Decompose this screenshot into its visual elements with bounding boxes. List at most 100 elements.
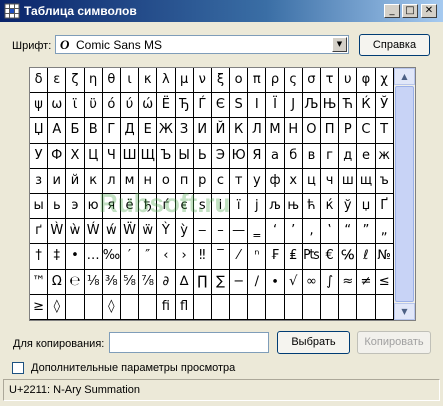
character-cell[interactable]: ‘	[266, 219, 285, 245]
character-cell[interactable]: χ	[375, 68, 394, 94]
character-cell[interactable]: Н	[284, 118, 303, 144]
character-cell[interactable]: Ћ	[339, 93, 358, 119]
grid-scrollbar[interactable]: ▲ ▼	[394, 68, 415, 320]
scroll-down-button[interactable]: ▼	[394, 303, 415, 320]
character-cell[interactable]: Њ	[321, 93, 340, 119]
character-cell[interactable]: х	[284, 168, 303, 194]
character-cell[interactable]: Д	[120, 118, 140, 144]
character-cell[interactable]: ζ	[66, 68, 85, 94]
character-cell[interactable]: ﬁ	[157, 294, 176, 320]
character-cell[interactable]: ™	[30, 269, 49, 295]
character-cell[interactable]: ∂	[157, 269, 176, 295]
title-bar[interactable]: Таблица символов _ □ ✕	[0, 0, 443, 22]
character-cell[interactable]: υ	[339, 68, 358, 94]
character-cell[interactable]: Щ	[139, 143, 158, 169]
character-cell[interactable]: ≥	[30, 294, 49, 320]
character-cell[interactable]: Ў	[375, 93, 394, 119]
character-cell[interactable]: Т	[375, 118, 394, 144]
character-cell[interactable]: Ю	[230, 143, 249, 169]
character-cell[interactable]: ẃ	[102, 219, 121, 245]
character-cell[interactable]	[321, 294, 340, 320]
character-cell[interactable]: Ї	[266, 93, 285, 119]
character-cell[interactable]: ẅ	[139, 219, 158, 245]
character-cell[interactable]: Ё	[157, 93, 176, 119]
character-cell[interactable]: В	[84, 118, 103, 144]
character-cell[interactable]: ы	[30, 193, 49, 220]
character-cell[interactable]: Р	[339, 118, 358, 144]
character-cell[interactable]	[120, 294, 140, 320]
character-cell[interactable]: μ	[175, 68, 194, 94]
character-cell[interactable]: ς	[284, 68, 303, 94]
character-cell[interactable]: ⅞	[139, 269, 158, 295]
character-cell[interactable]: О	[302, 118, 321, 144]
character-cell[interactable]: №	[375, 244, 394, 270]
character-cell[interactable]	[266, 294, 285, 320]
character-cell[interactable]: Љ	[302, 93, 321, 119]
character-cell[interactable]: ώ	[139, 93, 158, 119]
character-cell[interactable]: Ẁ	[48, 219, 67, 245]
advanced-view-label[interactable]: Дополнительные параметры просмотра	[31, 362, 235, 374]
character-cell[interactable]: Э	[211, 143, 231, 169]
character-cell[interactable]: ₧	[302, 244, 321, 270]
character-cell[interactable]: τ	[321, 68, 340, 94]
character-cell[interactable]: Ђ	[175, 93, 194, 119]
character-cell[interactable]: ′	[120, 244, 140, 270]
chevron-down-icon[interactable]: ▼	[332, 37, 347, 52]
character-cell[interactable]: Й	[211, 118, 231, 144]
character-cell[interactable]: ⅛	[84, 269, 103, 295]
character-cell[interactable]	[230, 294, 249, 320]
character-cell[interactable]	[357, 294, 376, 320]
character-cell[interactable]: Ẅ	[120, 219, 140, 245]
character-cell[interactable]: М	[266, 118, 285, 144]
character-cell[interactable]: Ш	[120, 143, 140, 169]
character-cell[interactable]: σ	[302, 68, 321, 94]
character-cell[interactable]: •	[66, 244, 85, 270]
character-cell[interactable]: Е	[139, 118, 158, 144]
character-cell[interactable]: Ъ	[157, 143, 176, 169]
character-cell[interactable]: ‚	[302, 219, 321, 245]
character-cell[interactable]: √	[284, 269, 303, 295]
character-cell[interactable]: ◊	[102, 294, 121, 320]
character-cell[interactable]: џ	[357, 193, 376, 220]
character-cell[interactable]: Х	[66, 143, 85, 169]
character-cell[interactable]: …	[84, 244, 103, 270]
character-cell[interactable]	[375, 294, 394, 320]
character-cell[interactable]	[284, 294, 303, 320]
character-cell[interactable]: ϋ	[84, 93, 103, 119]
character-cell[interactable]	[339, 294, 358, 320]
character-cell[interactable]: Ж	[157, 118, 176, 144]
character-cell[interactable]: „	[375, 219, 394, 245]
character-cell[interactable]: ‼	[193, 244, 212, 270]
character-cell[interactable]: φ	[357, 68, 376, 94]
character-cell[interactable]: “	[339, 219, 358, 245]
character-cell[interactable]: Џ	[30, 118, 49, 144]
character-cell[interactable]: †	[30, 244, 49, 270]
character-cell[interactable]: П	[321, 118, 340, 144]
character-cell[interactable]: б	[284, 143, 303, 169]
character-cell[interactable]: љ	[266, 193, 285, 220]
character-cell[interactable]: ч	[321, 168, 340, 194]
character-cell[interactable]: ъ	[375, 168, 394, 194]
character-cell[interactable]: С	[357, 118, 376, 144]
character-cell[interactable]: у	[248, 168, 267, 194]
character-cell[interactable]: ≠	[357, 269, 376, 295]
character-cell[interactable]: Ґ	[375, 193, 394, 220]
character-cell[interactable]: Ќ	[357, 93, 376, 119]
character-cell[interactable]: и	[48, 168, 67, 194]
character-cell[interactable]: И	[193, 118, 212, 144]
character-cell[interactable]: ỳ	[175, 219, 194, 245]
character-cell[interactable]: π	[248, 68, 267, 94]
character-cell[interactable]: ∙	[266, 269, 285, 295]
character-cell[interactable]: ф	[266, 168, 285, 194]
character-cell[interactable]: Ẃ	[84, 219, 103, 245]
character-cell[interactable]: ц	[302, 168, 321, 194]
character-cell[interactable]: ї	[230, 193, 249, 220]
character-cell[interactable]: т	[230, 168, 249, 194]
character-cell[interactable]: Ц	[84, 143, 103, 169]
character-cell[interactable]: э	[66, 193, 85, 220]
character-cell[interactable]: ν	[193, 68, 212, 94]
character-cell[interactable]: А	[48, 118, 67, 144]
character-cell[interactable]	[84, 294, 103, 320]
character-cell[interactable]: Є	[211, 93, 231, 119]
character-cell[interactable]: а	[266, 143, 285, 169]
